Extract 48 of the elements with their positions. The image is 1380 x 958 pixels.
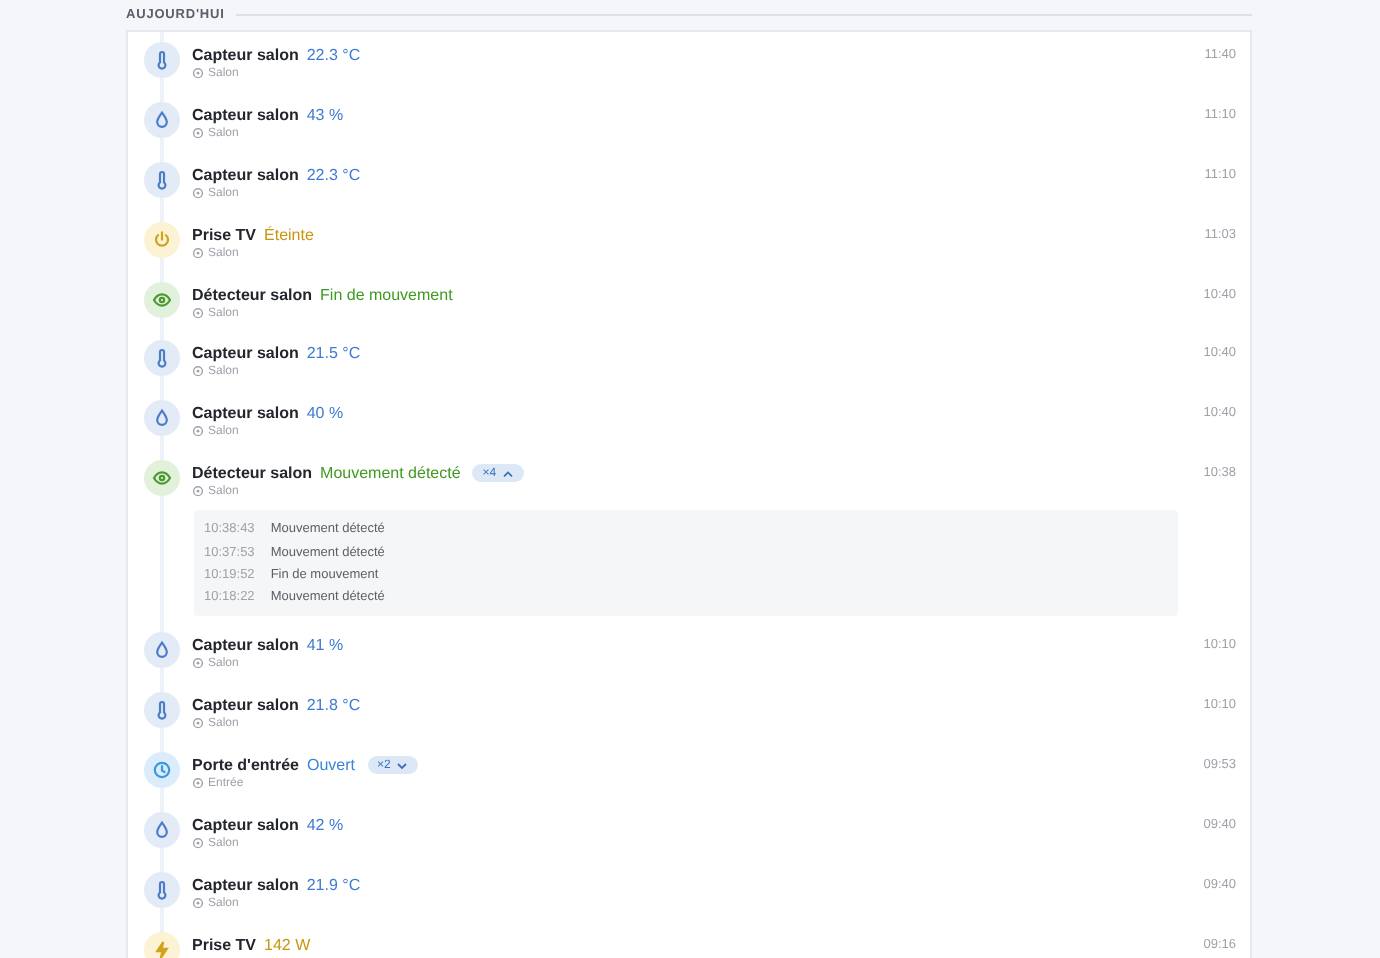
event-value: 40 % — [306, 404, 344, 423]
event-title: Capteur salon — [192, 46, 299, 64]
event-title: Capteur salon — [192, 404, 299, 423]
event-title: Capteur salon — [192, 875, 299, 894]
event-title: Capteur salon — [192, 165, 299, 184]
location-pin-icon — [192, 718, 204, 731]
event-value: 42 % — [306, 815, 344, 834]
event-value: 22.3 °C — [306, 46, 361, 64]
event-value: 21.8 °C — [306, 696, 361, 715]
clock-icon — [144, 752, 180, 789]
event-value: 21.5 °C — [306, 344, 361, 363]
event-value: 142 W — [264, 935, 311, 954]
chevron-icon — [396, 761, 409, 770]
event-title: Capteur salon — [192, 105, 299, 124]
event-value: 43 % — [306, 105, 344, 124]
location-pin-icon — [192, 68, 204, 80]
location-pin-icon — [192, 127, 204, 140]
location-pin-icon — [192, 187, 204, 200]
location-pin-icon — [192, 486, 204, 499]
event-title: Capteur salon — [192, 344, 299, 363]
event-title: Prise TV — [192, 225, 257, 244]
event-value: Ouvert — [306, 756, 355, 775]
event-value: Mouvement détecté — [320, 464, 461, 483]
event-value: 41 % — [306, 636, 344, 655]
location-pin-icon — [192, 307, 204, 320]
eye-icon — [144, 281, 180, 318]
chevron-icon — [502, 469, 515, 478]
event-value: 22.3 °C — [306, 165, 361, 184]
location-pin-icon — [192, 426, 204, 439]
power-icon — [144, 221, 180, 258]
eye-icon — [144, 460, 180, 497]
event-title: Capteur salon — [192, 696, 299, 715]
event-title: Prise TV — [192, 935, 257, 954]
location-pin-icon — [192, 366, 204, 379]
event-value: Fin de mouvement — [320, 285, 453, 304]
event-title: Détecteur salon — [192, 285, 313, 304]
event-title: Détecteur salon — [192, 464, 313, 483]
location-pin-icon — [192, 897, 204, 910]
location-pin-icon — [192, 778, 204, 791]
event-title: Porte d'entrée — [192, 756, 299, 775]
event-value: Éteinte — [264, 225, 314, 244]
location-pin-icon — [192, 658, 204, 671]
event-value: 21.9 °C — [306, 875, 361, 894]
event-title: Capteur salon — [192, 636, 299, 655]
event-title: Capteur salon — [192, 815, 299, 834]
location-pin-icon — [192, 247, 204, 260]
bolt-icon — [144, 931, 180, 958]
location-pin-icon — [192, 837, 204, 850]
